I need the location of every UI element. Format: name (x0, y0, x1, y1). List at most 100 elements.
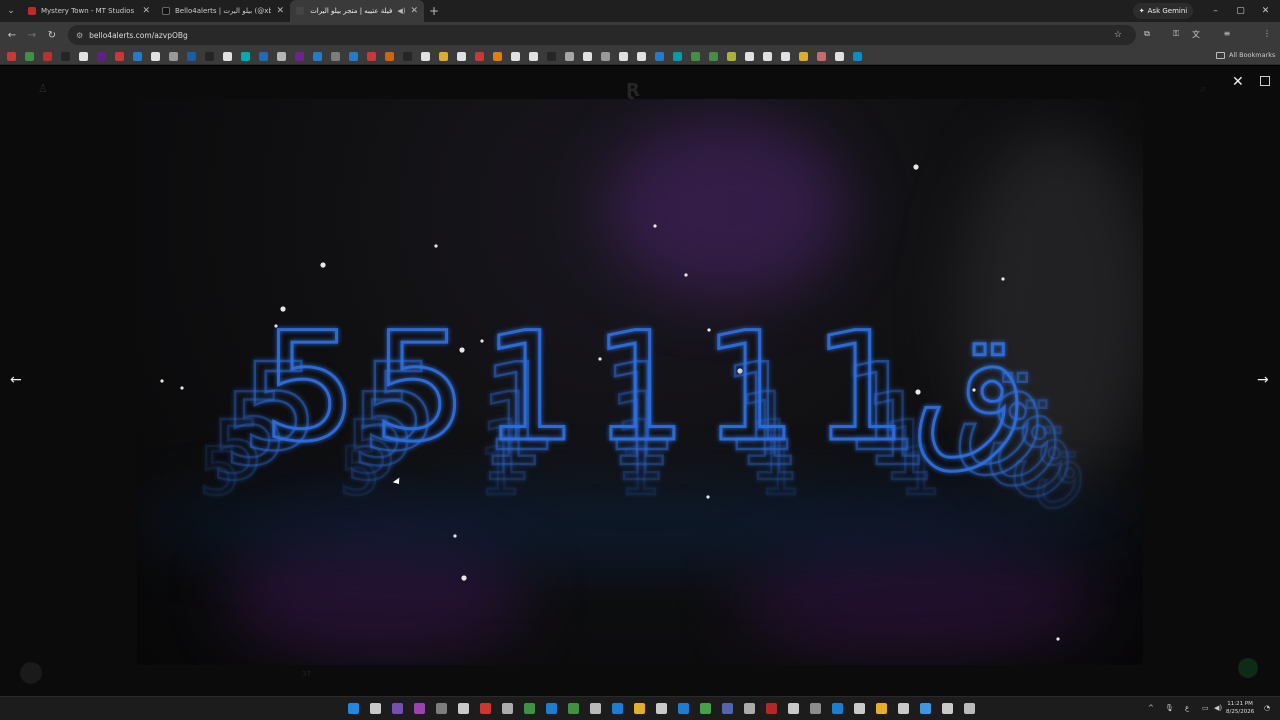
taskbar-app-icon[interactable] (766, 703, 777, 714)
password-key-icon[interactable]: ⚿ (1170, 29, 1182, 41)
bookmark-icon[interactable] (529, 52, 538, 61)
media-controls-icon[interactable]: ≡ (1221, 29, 1233, 41)
bookmark-icon[interactable] (493, 52, 502, 61)
bookmark-icon[interactable] (133, 52, 142, 61)
site-info-icon[interactable]: ⚙ (76, 31, 83, 40)
microphone-icon[interactable]: 🎙 (1165, 704, 1174, 712)
taskbar-app-icon[interactable] (502, 703, 513, 714)
bookmark-icon[interactable] (61, 52, 70, 61)
taskbar-app-icon[interactable] (524, 703, 535, 714)
extensions-icon[interactable]: ⧉ (1141, 29, 1153, 41)
taskbar-app-icon[interactable] (392, 703, 403, 714)
system-clock[interactable]: 11:21 PM 8/25/2026 (1226, 700, 1254, 716)
url-text[interactable]: bello4alerts.com/azvpOBg (89, 31, 188, 40)
bookmark-icon[interactable] (583, 52, 592, 61)
reload-icon[interactable]: ↻ (42, 30, 62, 41)
taskbar-app-icon[interactable] (920, 703, 931, 714)
all-bookmarks-button[interactable]: All Bookmarks (1216, 51, 1275, 59)
taskbar-app-icon[interactable] (436, 703, 447, 714)
bookmark-star-icon[interactable]: ☆ (1114, 30, 1122, 40)
tab-bello-store[interactable]: فيلة عتيبه | متجر بيلو اليرات ◀) ✕ (290, 0, 424, 22)
bookmark-icon[interactable] (439, 52, 448, 61)
taskbar-app-icon[interactable] (788, 703, 799, 714)
taskbar-app-icon[interactable] (612, 703, 623, 714)
volume-icon[interactable]: ◀) (1214, 704, 1222, 712)
bookmark-icon[interactable] (853, 52, 862, 61)
bookmark-icon[interactable] (7, 52, 16, 61)
bookmark-icon[interactable] (835, 52, 844, 61)
taskbar-app-icon[interactable] (898, 703, 909, 714)
notifications-icon[interactable]: ◔ (1264, 704, 1270, 712)
ask-gemini-button[interactable]: ✦ Ask Gemini (1133, 3, 1193, 19)
bookmark-icon[interactable] (259, 52, 268, 61)
bookmark-icon[interactable] (277, 52, 286, 61)
fullscreen-icon[interactable] (1260, 76, 1270, 86)
tab-close-icon[interactable]: ✕ (142, 6, 150, 16)
bookmark-icon[interactable] (601, 52, 610, 61)
bookmark-icon[interactable] (295, 52, 304, 61)
bookmark-icon[interactable] (817, 52, 826, 61)
taskbar-app-icon[interactable] (480, 703, 491, 714)
bookmark-icon[interactable] (619, 52, 628, 61)
menu-icon[interactable]: ⋮ (1261, 29, 1273, 41)
tab-close-icon[interactable]: ✕ (276, 6, 284, 16)
address-bar[interactable]: ⚙ bello4alerts.com/azvpOBg ☆ (68, 25, 1136, 45)
taskbar-app-icon[interactable] (722, 703, 733, 714)
taskbar-app-icon[interactable] (964, 703, 975, 714)
bookmark-icon[interactable] (313, 52, 322, 61)
network-icon[interactable]: ▭ (1202, 704, 1209, 712)
speaker-icon[interactable]: ◀) (397, 7, 405, 15)
taskbar-app-icon[interactable] (832, 703, 843, 714)
input-language[interactable]: ع (1185, 704, 1189, 712)
search-icon[interactable] (370, 703, 381, 714)
bookmark-icon[interactable] (385, 52, 394, 61)
bookmark-icon[interactable] (367, 52, 376, 61)
taskbar-app-icon[interactable] (700, 703, 711, 714)
bookmark-icon[interactable] (565, 52, 574, 61)
bookmark-icon[interactable] (43, 52, 52, 61)
bookmark-icon[interactable] (457, 52, 466, 61)
taskbar-app-icon[interactable] (414, 703, 425, 714)
bookmark-icon[interactable] (421, 52, 430, 61)
chevron-up-icon[interactable]: ^ (1148, 704, 1154, 712)
taskbar-app-icon[interactable] (656, 703, 667, 714)
taskbar-app-icon[interactable] (810, 703, 821, 714)
bookmark-icon[interactable] (223, 52, 232, 61)
bookmark-icon[interactable] (403, 52, 412, 61)
bookmark-icon[interactable] (241, 52, 250, 61)
taskbar-app-icon[interactable] (744, 703, 755, 714)
taskbar-app-icon[interactable] (876, 703, 887, 714)
previous-arrow-icon[interactable]: ← (10, 372, 22, 388)
bookmark-icon[interactable] (349, 52, 358, 61)
translate-icon[interactable]: 文 (1190, 29, 1202, 41)
bookmark-icon[interactable] (727, 52, 736, 61)
bookmark-icon[interactable] (547, 52, 556, 61)
bookmark-icon[interactable] (673, 52, 682, 61)
window-close-button[interactable]: ✕ (1253, 0, 1278, 22)
bookmark-icon[interactable] (475, 52, 484, 61)
bookmark-icon[interactable] (799, 52, 808, 61)
minimize-button[interactable]: – (1203, 0, 1228, 22)
bookmark-icon[interactable] (25, 52, 34, 61)
next-arrow-icon[interactable]: → (1257, 372, 1269, 388)
bookmark-icon[interactable] (115, 52, 124, 61)
tab-bello4alerts-tiktok[interactable]: Bello4alerts | بيلو اليرت (@xbell ✕ (156, 0, 290, 22)
taskbar-app-icon[interactable] (634, 703, 645, 714)
taskbar-app-icon[interactable] (458, 703, 469, 714)
close-icon[interactable]: ✕ (1232, 74, 1244, 90)
bookmark-icon[interactable] (205, 52, 214, 61)
back-icon[interactable]: ← (2, 30, 22, 41)
bookmark-icon[interactable] (187, 52, 196, 61)
new-tab-button[interactable]: + (424, 4, 444, 18)
tab-search-icon[interactable]: ⌄ (0, 0, 22, 22)
bookmark-icon[interactable] (637, 52, 646, 61)
tab-close-icon[interactable]: ✕ (410, 6, 418, 16)
forward-icon[interactable]: → (22, 30, 42, 41)
taskbar-app-icon[interactable] (942, 703, 953, 714)
bookmark-icon[interactable] (691, 52, 700, 61)
bookmark-icon[interactable] (79, 52, 88, 61)
bookmark-icon[interactable] (655, 52, 664, 61)
taskbar-app-icon[interactable] (678, 703, 689, 714)
bookmark-icon[interactable] (781, 52, 790, 61)
bookmark-icon[interactable] (511, 52, 520, 61)
